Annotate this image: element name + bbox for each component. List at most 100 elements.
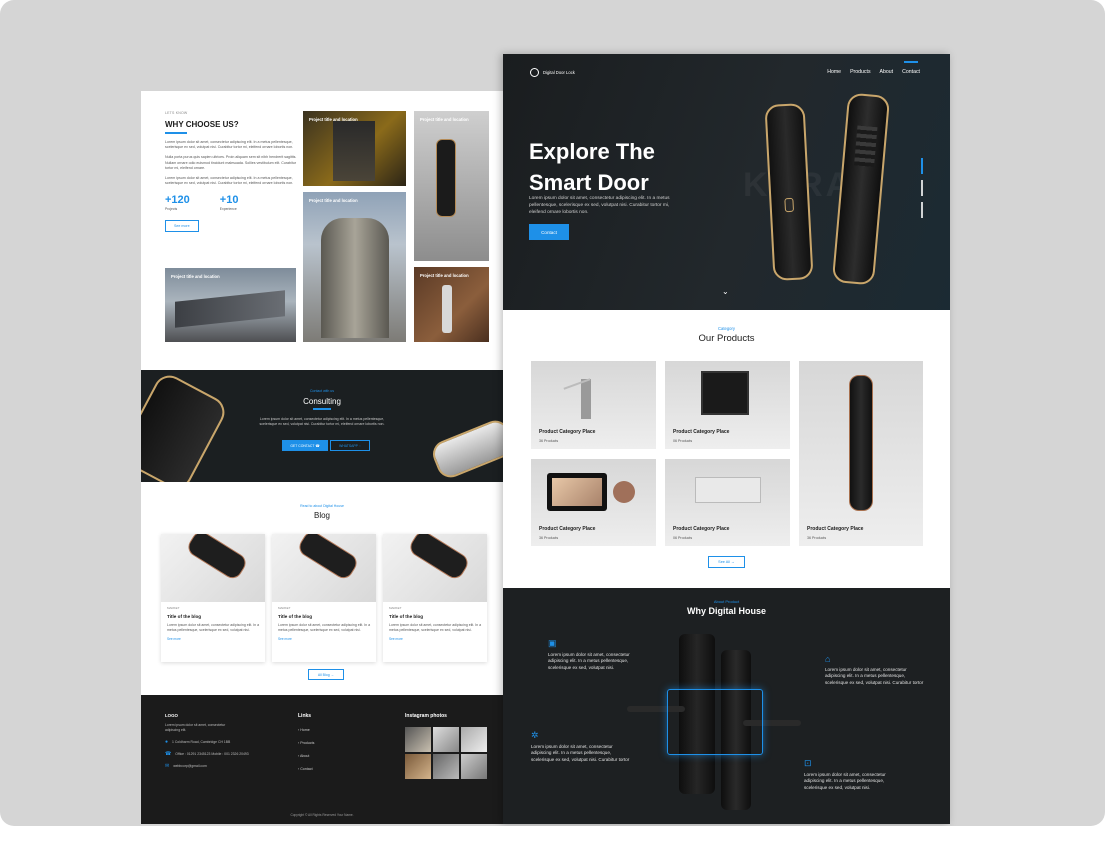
button-label: All Blog [317,672,330,677]
footer-logo[interactable]: LOGO [165,713,255,718]
product-card[interactable]: Product Category Place 36 Products [531,361,656,449]
blog-image [161,534,265,602]
turnstile-image [563,369,609,419]
product-card[interactable]: Product Category Place 06 Products [665,459,790,546]
instagram-grid [405,727,487,779]
hero-contact-button[interactable]: Contact [529,224,569,240]
instagram-photo[interactable] [433,727,459,752]
product-name: Product Category Place [539,429,596,435]
chevron-down-icon[interactable]: ⌄ [722,287,729,296]
footer-link-products[interactable]: › Products [298,741,314,745]
see-more-link[interactable]: See more [278,637,370,641]
consulting-text: Lorem ipsum dolor sit amet, consectetur … [259,417,385,426]
see-more-link[interactable]: See more [167,637,259,641]
instagram-photo[interactable] [461,727,487,752]
product-card[interactable]: Product Category Place 06 Products [665,361,790,449]
logo-icon [530,68,539,77]
lock-product-image [141,370,231,482]
project-caption: Project title and location [309,198,358,203]
address-text: 1 Coldharm Road, Cambridge CH 1BB [172,740,231,744]
project-tile[interactable]: Project title and location [303,111,406,186]
project-tile[interactable]: Project title and location [303,192,406,342]
blog-card[interactable]: MARKET Title of the blog Lorem ipsum dol… [383,534,487,662]
feature-text: Lorem ipsum dolor sit amet, consectetur … [531,744,630,762]
product-name: Product Category Place [673,429,730,435]
footer-instagram-column: Instagram photos [405,713,487,779]
all-blog-button[interactable]: All Blog → [308,669,344,680]
brand-name: Digital Door Lock [543,70,575,75]
blog-card[interactable]: MARKET Title of the blog Lorem ipsum dol… [272,534,376,662]
whatsapp-button[interactable]: WHATSAPP ◌ [330,440,370,451]
stat-label: Experience [219,207,237,212]
blog-card-text: Lorem ipsum dolor sit amet, consectetur … [278,623,371,632]
instagram-photo[interactable] [461,754,487,779]
product-name: Product Category Place [673,526,730,532]
project-caption: Project title and location [309,117,358,122]
blog-card-title[interactable]: Title of the blog [278,614,370,619]
see-all-button[interactable]: See All → [708,556,745,568]
footer-link-contact[interactable]: › Contact [298,767,314,771]
stats-row: +120 Projects +10 Experience [165,194,299,211]
slide-dot[interactable] [921,158,923,174]
instagram-heading: Instagram photos [405,713,447,719]
hero-title: Explore The Smart Door [529,139,655,195]
fingerprint-icon: ▣ [548,638,557,648]
link-label: Contact [300,767,313,771]
left-page: LETS KNOW WHY CHOOSE US? Lorem ipsum dol… [141,91,503,824]
blog-card-title[interactable]: Title of the blog [389,614,481,619]
why-digital-section: About Product Why Digital House ▣ Lorem … [503,588,950,824]
feature-item: ✲ Lorem ipsum dolor sit amet, consectetu… [531,730,631,763]
video-intercom-image [547,473,607,511]
title-underline [313,408,331,410]
project-tile[interactable]: Project title and location [414,267,489,342]
nav-products[interactable]: Products [850,69,870,75]
blog-card[interactable]: MARKET Title of the blog Lorem ipsum dol… [161,534,265,662]
footer-link-about[interactable]: › About [298,754,314,758]
slide-dot[interactable] [921,202,923,218]
elevator-door-shape [333,121,375,181]
blog-card-title[interactable]: Title of the blog [167,614,259,619]
email-text[interactable]: webbcorp@gmail.com [173,764,207,769]
feature-item: ⊡ Lorem ipsum dolor sit amet, consectetu… [804,758,904,791]
blog-category: MARKET [167,606,180,610]
highlight-frame [667,689,763,755]
why-paragraph: Lorem ipsum dolor sit amet, consectetur … [165,140,294,150]
product-name: Product Category Place [807,526,864,532]
product-card[interactable]: Product Category Place 36 Products [531,459,656,546]
see-more-button[interactable]: See more [165,220,199,233]
button-label: See All [718,560,730,564]
instagram-photo[interactable] [405,727,431,752]
building-shape [321,218,389,338]
project-tile[interactable]: Project title and location [165,268,296,342]
instagram-photo[interactable] [433,754,459,779]
brand-logo[interactable]: Digital Door Lock [530,68,575,77]
product-count: 36 Products [539,536,559,540]
link-label: Products [300,741,315,745]
product-count: 06 Products [673,439,693,443]
nav-about[interactable]: About [880,69,894,75]
slider-indicator[interactable] [921,158,923,218]
slide-dot[interactable] [921,180,923,196]
see-more-link[interactable]: See more [389,637,481,641]
footer-link-home[interactable]: › Home [298,728,314,732]
blog-card-text: Lorem ipsum dolor sit amet, consectetur … [167,623,260,632]
project-tile[interactable]: Project title and location [414,111,489,261]
phone-icon: ☎ [165,751,172,757]
consulting-section: Contact with us Consulting Lorem ipsum d… [141,370,503,482]
footer-phone: ☎ Office : 01291 2345123 Mobile : 001 232… [165,752,255,757]
nav-home[interactable]: Home [827,69,841,75]
blog-eyebrow: Read to about Digital House [300,504,344,508]
nav-contact[interactable]: Contact [902,61,920,75]
product-card[interactable]: Product Category Place 36 Products [799,361,923,546]
footer-about-column: LOGO Lorem ipsum dolor sit amet, consect… [165,713,255,769]
main-nav: Home Products About Contact [827,61,920,75]
door-lock-image [764,103,814,281]
get-contact-button[interactable]: GET CONTACT ☎ [282,440,328,451]
why-choose-us-section: LETS KNOW WHY CHOOSE US? Lorem ipsum dol… [165,111,299,233]
blog-image [383,534,487,602]
instagram-photo[interactable] [405,754,431,779]
stat-number: +120 [165,194,190,207]
whatsapp-icon: ◌ [358,443,361,448]
lock-product-image [184,534,250,582]
lock-shape [436,139,456,217]
